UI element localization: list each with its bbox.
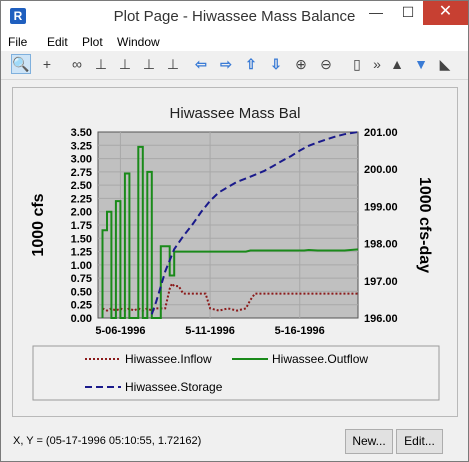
y-tick-label: 0.00: [71, 313, 92, 325]
y-tick-label: 2.00: [71, 207, 92, 219]
y-tick-label: 1.75: [71, 220, 92, 232]
y-tick-label: 2.50: [71, 180, 92, 192]
y-tick-label: 0.75: [71, 273, 92, 285]
dropdown-icon[interactable]: ▼: [411, 54, 431, 74]
link-icon[interactable]: ∞: [67, 54, 87, 74]
y-tick-label: 1.25: [71, 247, 92, 259]
y-tick-label: 1.00: [71, 260, 92, 272]
y-tick-label: 3.25: [71, 140, 92, 152]
zoom-icon[interactable]: 🔍: [11, 54, 31, 74]
y2-axis-label: 1000 cfs-day: [416, 177, 433, 273]
y-axis-label: 1000 cfs: [30, 193, 47, 256]
y2-tick-label: 200.00: [364, 164, 398, 176]
more-icon[interactable]: »: [367, 54, 387, 74]
x-tick-label: 5-11-1996: [185, 325, 235, 337]
cursor-readout: X, Y = (05-17-1996 05:10:55, 1.72162): [13, 435, 202, 447]
y-tick-label: 2.25: [71, 193, 92, 205]
zoom-out-icon[interactable]: ⊖: [316, 54, 336, 74]
axis-tool-3-icon[interactable]: ⊥: [139, 54, 159, 74]
close-button[interactable]: ✕: [423, 1, 468, 25]
y-tick-label: 1.50: [71, 233, 92, 245]
chart-svg[interactable]: Hiwassee Mass Bal 0.000.25 0.500.751.001.2…: [13, 88, 457, 416]
pan-left-icon[interactable]: ⇦: [191, 54, 211, 74]
menu-bar: File Edit Plot Window: [1, 33, 468, 51]
menu-window[interactable]: Window: [117, 35, 160, 49]
minimize-button[interactable]: —: [361, 1, 391, 25]
y-tick-label: 3.50: [71, 127, 92, 139]
y-tick-label: 3.00: [71, 154, 92, 166]
zoom-in-icon[interactable]: ⊕: [291, 54, 311, 74]
y2-tick-label: 196.00: [364, 313, 398, 325]
y-tick-label: 2.75: [71, 167, 92, 179]
fill-icon[interactable]: ◣: [435, 54, 455, 74]
x-tick-label: 5-16-1996: [275, 325, 325, 337]
y2-tick-label: 197.00: [364, 276, 398, 288]
baseline-icon[interactable]: ▲: [387, 54, 407, 74]
axis-tool-4-icon[interactable]: ⊥: [163, 54, 183, 74]
menu-file[interactable]: File: [8, 35, 27, 49]
edit-button[interactable]: Edit...: [396, 429, 443, 454]
plot-page-window: R Plot Page - Hiwassee Mass Balance — ☐ …: [0, 0, 469, 462]
menu-plot[interactable]: Plot: [82, 35, 103, 49]
axis-tool-1-icon[interactable]: ⊥: [91, 54, 111, 74]
y-tick-label: 0.25: [71, 300, 92, 312]
pan-up-icon[interactable]: ⇧: [241, 54, 261, 74]
title-bar: R Plot Page - Hiwassee Mass Balance — ☐ …: [1, 1, 468, 33]
axis-tool-2-icon[interactable]: ⊥: [115, 54, 135, 74]
pan-right-icon[interactable]: ⇨: [216, 54, 236, 74]
legend-box: [32, 345, 440, 401]
y2-tick-label: 201.00: [364, 127, 398, 139]
plot-panel: Hiwassee Mass Bal 0.00 0.25 0.50 0.75 1.00 1.2…: [12, 87, 458, 417]
panel-icon[interactable]: ▯: [347, 54, 367, 74]
legend-label: Hiwassee.Outflow: [272, 352, 368, 366]
crosshair-icon[interactable]: +: [37, 54, 57, 74]
chart-title: Hiwassee Mass Bal: [170, 105, 301, 122]
x-tick-label: 5-06-1996: [95, 325, 145, 337]
y2-tick-label: 198.00: [364, 239, 398, 251]
legend-label: Hiwassee.Inflow: [125, 352, 212, 366]
new-button[interactable]: New...: [345, 429, 393, 454]
legend-label: Hiwassee.Storage: [125, 380, 223, 394]
toolbar: 🔍 + ∞ ⊥ ⊥ ⊥ ⊥ ⇦ ⇨ ⇧ ⇩ ⊕ ⊖ ▯ » ▲ ▼ ◣: [1, 51, 468, 80]
pan-down-icon[interactable]: ⇩: [266, 54, 286, 74]
y-tick-label: 0.50: [71, 286, 92, 298]
y2-tick-label: 199.00: [364, 201, 398, 213]
menu-edit[interactable]: Edit: [47, 35, 68, 49]
maximize-button[interactable]: ☐: [393, 1, 423, 25]
